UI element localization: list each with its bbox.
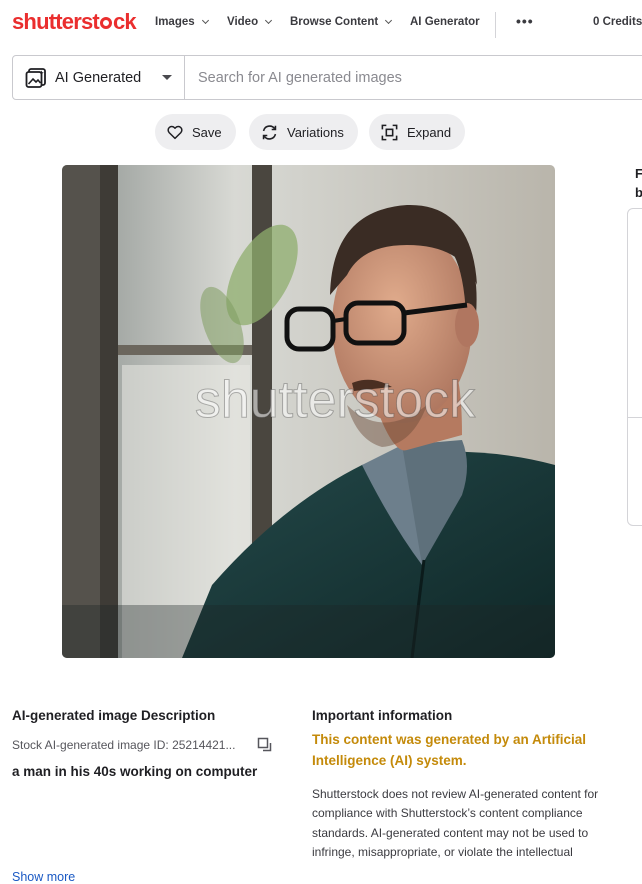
description-heading: AI-generated image Description [12, 708, 216, 723]
chevron-down-icon [201, 16, 209, 24]
caret-down-icon [162, 75, 172, 80]
nav-ai-generator[interactable]: AI Generator [410, 16, 480, 28]
image-caption: a man in his 40s working on computer [12, 764, 258, 779]
important-info-body: Shutterstock does not review AI-generate… [312, 787, 599, 859]
side-panel-line1: F [635, 166, 642, 181]
nav-images[interactable]: Images [155, 16, 209, 28]
ai-image-icon [25, 67, 46, 88]
ai-generated-image[interactable]: shutterstock [62, 165, 555, 658]
asset-type-label: AI Generated [55, 69, 142, 86]
asset-type-dropdown[interactable]: AI Generated [13, 56, 185, 99]
more-horizontal-icon[interactable]: ••• [516, 13, 534, 29]
image-illustration: shutterstock [62, 165, 555, 658]
ai-content-notice: This content was generated by an Artific… [312, 732, 587, 768]
save-button-label: Save [192, 124, 222, 140]
nav-divider [495, 12, 496, 38]
search-bar: AI Generated [12, 55, 642, 100]
chevron-down-icon [265, 16, 273, 24]
refresh-icon [262, 124, 277, 140]
expand-button-label: Expand [407, 124, 452, 140]
logo-text-left: shutterst [12, 9, 100, 34]
stock-id-text: Stock AI-generated image ID: 25214421... [12, 738, 236, 752]
nav-browse-content-label: Browse Content [290, 16, 379, 28]
nav-video[interactable]: Video [227, 16, 273, 28]
expand-icon [381, 124, 398, 140]
side-panel-card [627, 208, 642, 526]
credits-link[interactable]: 0 Credits [593, 16, 642, 28]
chevron-down-icon [385, 16, 393, 24]
variations-button[interactable]: Variations [249, 114, 358, 150]
heart-icon [167, 125, 183, 140]
watermark-text: shutterstock [195, 371, 476, 429]
variations-button-label: Variations [287, 124, 344, 140]
save-button[interactable]: Save [155, 114, 236, 150]
nav-video-label: Video [227, 16, 259, 28]
nav-images-label: Images [155, 16, 195, 28]
logo-ring-icon [99, 17, 112, 29]
expand-button[interactable]: Expand [369, 114, 466, 150]
side-panel-line2: b [635, 185, 642, 200]
search-input[interactable] [185, 56, 642, 99]
top-navigation-bar: shutterst ck Images Video Browse Content … [0, 0, 642, 46]
copy-icon[interactable] [257, 737, 273, 753]
logo-text-right: ck [112, 9, 137, 34]
nav-ai-generator-label: AI Generator [410, 16, 480, 28]
important-info-heading: Important information [312, 708, 453, 723]
show-more-link[interactable]: Show more [12, 870, 75, 884]
side-panel-heading: F b [635, 164, 642, 202]
nav-browse-content[interactable]: Browse Content [290, 16, 393, 28]
shutterstock-logo[interactable]: shutterst ck [12, 9, 137, 35]
side-panel-divider [628, 417, 642, 418]
